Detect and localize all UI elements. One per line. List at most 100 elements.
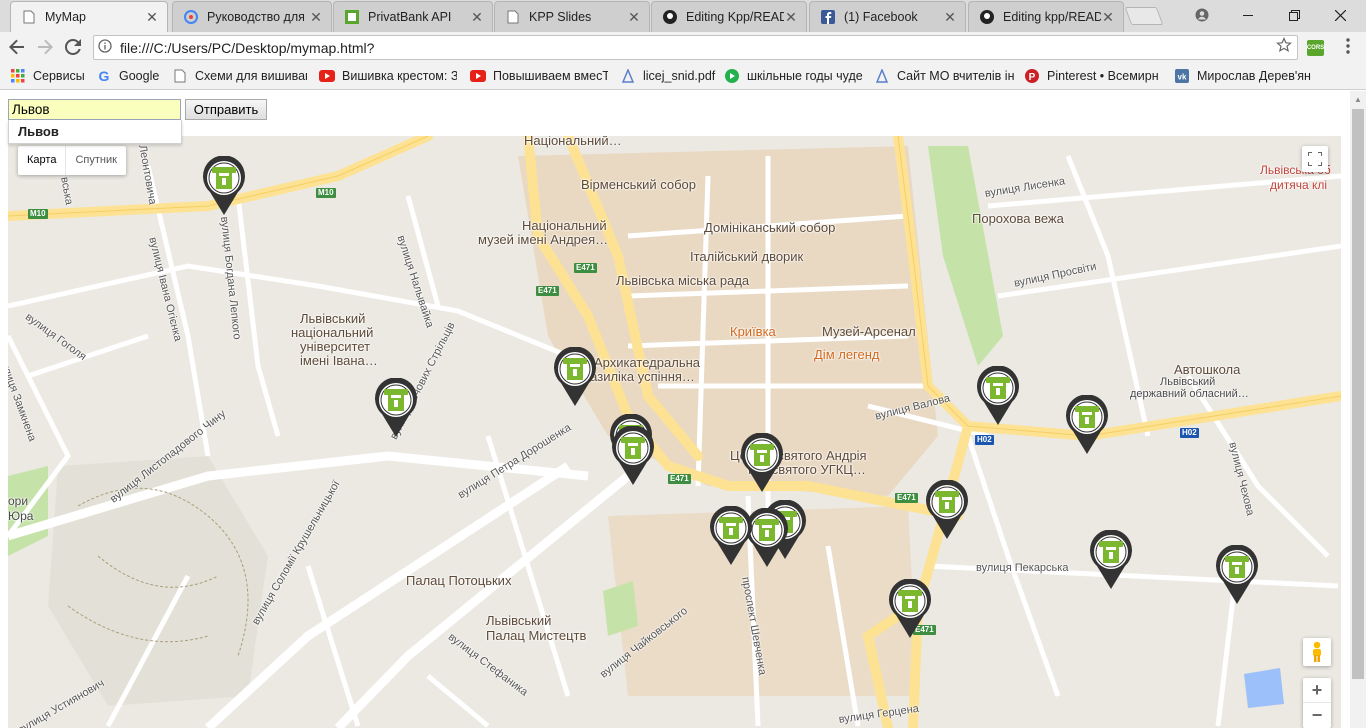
- road-shield: H02: [975, 435, 994, 445]
- poi-label: Львівський: [1160, 376, 1216, 388]
- page-content: Отправить Львов: [0, 91, 1366, 728]
- back-icon[interactable]: [5, 35, 29, 59]
- atm-marker-icon[interactable]: [610, 425, 656, 486]
- zoom-out-button[interactable]: −: [1303, 703, 1331, 728]
- bookmark-label: Схеми для вишиван: [195, 69, 307, 83]
- bookmark-licej-snid[interactable]: licej_snid.pdf: [620, 67, 718, 85]
- tab-title: MyMap: [45, 10, 86, 24]
- bookmark-vyshyvka[interactable]: Вишивка крестом: З: [319, 67, 457, 85]
- poi-label: Італійський дворик: [690, 249, 804, 264]
- bookmark-google[interactable]: G Google: [96, 67, 166, 85]
- road-shield: M10: [316, 188, 336, 198]
- page-scrollbar[interactable]: ▲: [1350, 91, 1366, 728]
- svg-text:P: P: [1029, 72, 1036, 83]
- profile-icon[interactable]: [1180, 0, 1224, 30]
- close-icon[interactable]: ✕: [470, 9, 484, 26]
- tab-title: (1) Facebook: [844, 10, 918, 24]
- github-icon: [979, 9, 995, 25]
- atm-marker-icon[interactable]: [924, 479, 970, 540]
- close-icon[interactable]: ✕: [145, 9, 159, 26]
- close-icon[interactable]: ✕: [943, 9, 957, 26]
- tab-editing-kpp-2[interactable]: Editing kpp/READ ✕: [968, 1, 1124, 32]
- bookmark-star-icon[interactable]: [1271, 37, 1297, 58]
- browser-toolbar: file:///C:/Users/PC/Desktop/mymap.html? …: [0, 32, 1366, 62]
- bookmark-myroslav[interactable]: vk Мирослав Дерев'ян: [1174, 67, 1314, 85]
- forward-icon[interactable]: [33, 35, 57, 59]
- poi-label: Львівський: [300, 311, 366, 326]
- bookmark-label: Вишивка крестом: З: [342, 69, 457, 83]
- tab-facebook[interactable]: (1) Facebook ✕: [809, 1, 966, 32]
- atm-marker-icon[interactable]: [708, 505, 754, 566]
- bookmark-sait-mo[interactable]: Сайт МО вчителів ін: [874, 67, 1014, 85]
- poi-label: Порохова вежа: [972, 211, 1064, 226]
- atm-marker-icon[interactable]: [975, 365, 1021, 426]
- pinterest-icon: P: [1024, 68, 1040, 84]
- close-icon[interactable]: ✕: [309, 9, 323, 26]
- tab-kpp-slides[interactable]: KPP Slides ✕: [494, 1, 650, 32]
- close-icon[interactable]: ✕: [784, 9, 798, 26]
- atm-marker-icon[interactable]: [1214, 544, 1260, 605]
- close-icon[interactable]: ✕: [1101, 9, 1115, 26]
- poi-label: базиліка успіння…: [583, 369, 695, 384]
- browser-menu-icon[interactable]: [1338, 38, 1358, 58]
- scroll-up-icon[interactable]: ▲: [1350, 91, 1366, 108]
- zoom-control: + −: [1303, 678, 1331, 728]
- reload-icon[interactable]: [61, 35, 85, 59]
- submit-button[interactable]: Отправить: [185, 99, 267, 120]
- atm-marker-icon[interactable]: [1088, 529, 1134, 590]
- tab-mymap[interactable]: MyMap ✕: [10, 1, 168, 32]
- tab-title: PrivatBank API: [368, 10, 452, 24]
- address-bar[interactable]: file:///C:/Users/PC/Desktop/mymap.html?: [93, 35, 1298, 60]
- poi-label: дитяча клі: [1270, 178, 1328, 192]
- cors-extension-icon[interactable]: CORS: [1307, 40, 1324, 56]
- poi-label: Палац Потоцьких: [406, 573, 512, 588]
- window-close-icon[interactable]: [1318, 0, 1362, 30]
- road-shield: E471: [574, 263, 597, 273]
- atm-marker-icon[interactable]: [739, 432, 785, 493]
- vk-icon: vk: [1174, 68, 1190, 84]
- tab-editing-kpp-1[interactable]: Editing Kpp/READ ✕: [651, 1, 807, 32]
- road-shield: E471: [895, 493, 918, 503]
- tab-rukovodstvo[interactable]: Руководство для р ✕: [172, 1, 332, 32]
- apps-grid-icon: [10, 68, 26, 84]
- info-icon[interactable]: [94, 39, 116, 56]
- bookmark-shkolnye[interactable]: шкільные годы чуде: [724, 67, 864, 85]
- poi-label: Домініканський собор: [704, 220, 836, 235]
- atm-marker-icon[interactable]: [1064, 394, 1110, 455]
- atm-marker-icon[interactable]: [373, 377, 419, 438]
- tab-title: Руководство для р: [207, 10, 309, 24]
- street-view-pegman-icon[interactable]: [1303, 638, 1331, 666]
- poi-label: Палац Мистецтв: [486, 628, 587, 643]
- google-dev-icon: [183, 9, 199, 25]
- fullscreen-icon[interactable]: [1302, 146, 1328, 172]
- close-icon[interactable]: ✕: [627, 9, 641, 26]
- atm-marker-icon[interactable]: [552, 346, 598, 407]
- scrollbar-thumb[interactable]: [1352, 109, 1364, 679]
- map-type-satellite[interactable]: Спутник: [66, 146, 125, 175]
- poi-label: Музей-Арсенал: [822, 324, 916, 339]
- bookmark-shemy[interactable]: Схеми для вишиван: [172, 67, 307, 85]
- restore-icon[interactable]: [1272, 0, 1316, 30]
- tab-privatbank[interactable]: PrivatBank API ✕: [333, 1, 493, 32]
- minimize-icon[interactable]: [1226, 0, 1270, 30]
- new-tab-button[interactable]: [1124, 7, 1164, 25]
- google-map[interactable]: M10 M10 E471 E471 E471 E471 E471 H02 H02…: [8, 136, 1341, 728]
- poi-label: національний: [291, 325, 374, 340]
- svg-text:vk: vk: [1178, 73, 1187, 82]
- bookmark-povyshivaem[interactable]: Повышиваем вмесТ: [470, 67, 608, 85]
- map-type-map[interactable]: Карта: [18, 146, 67, 175]
- bookmark-pinterest[interactable]: P Pinterest • Всемирн: [1024, 67, 1164, 85]
- poi-label: Вірменський собор: [581, 177, 697, 192]
- tab-strip: MyMap ✕ Руководство для р ✕ PrivatBank A…: [0, 0, 1366, 32]
- city-input[interactable]: [8, 99, 181, 120]
- youtube-icon: [319, 68, 335, 84]
- bookmark-label: Сервисы: [33, 69, 85, 83]
- poi-label: Національний: [522, 218, 607, 233]
- drive-icon: [874, 68, 890, 84]
- atm-marker-icon[interactable]: [201, 155, 247, 216]
- atm-marker-icon[interactable]: [887, 578, 933, 639]
- autocomplete-suggestion[interactable]: Львов: [8, 120, 182, 144]
- zoom-in-button[interactable]: +: [1303, 678, 1331, 703]
- bookmark-label: licej_snid.pdf: [643, 69, 716, 83]
- bookmark-services[interactable]: Сервисы: [10, 67, 90, 85]
